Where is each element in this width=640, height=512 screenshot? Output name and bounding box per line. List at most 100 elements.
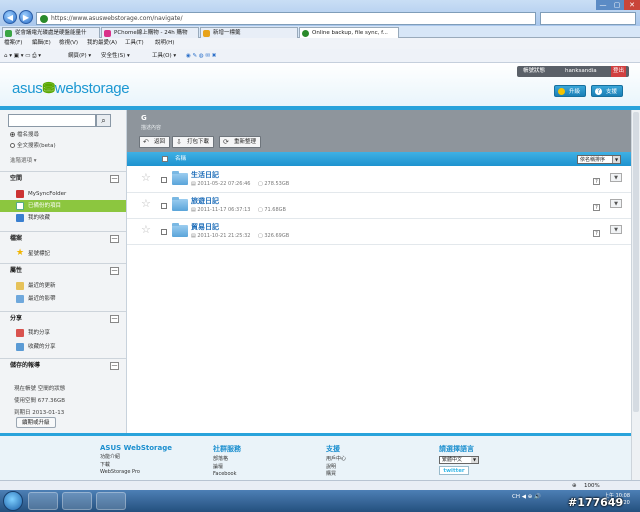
section-space[interactable]: 空間 — bbox=[0, 171, 126, 185]
close-window-icon[interactable]: ✕ bbox=[624, 0, 640, 10]
sort-select[interactable]: 依名稱排序 ▼ bbox=[577, 155, 621, 164]
star-toggle-icon[interactable]: ☆ bbox=[141, 224, 151, 236]
collapse-icon[interactable]: — bbox=[110, 235, 119, 243]
sidebar-item-recent-media[interactable]: 最近的影帶 bbox=[0, 293, 126, 305]
taskbar-media-icon[interactable] bbox=[96, 492, 126, 510]
footer-link[interactable]: 論壇 bbox=[213, 464, 241, 472]
radio-label: 全文搜索(beta) bbox=[17, 143, 56, 149]
back-nav-icon[interactable]: ◀ bbox=[3, 10, 17, 24]
share-status-icon[interactable]: ? bbox=[593, 230, 600, 237]
advanced-options-link[interactable]: 進階選項 ▾ bbox=[10, 156, 37, 164]
tab-favicon-icon bbox=[104, 30, 111, 37]
collapse-icon[interactable]: — bbox=[110, 315, 119, 323]
sidebar-item-collection[interactable]: 我的收藏 bbox=[0, 212, 126, 224]
page-scrollbar[interactable] bbox=[631, 110, 640, 490]
refresh-button[interactable]: ⟳ 重新整理 bbox=[219, 136, 262, 148]
sidebar-item-my-shares[interactable]: 我的分享 bbox=[0, 327, 126, 339]
section-share[interactable]: 分享 — bbox=[0, 311, 126, 325]
footer-link[interactable]: 功能介紹 bbox=[100, 454, 172, 462]
home-icon[interactable]: ⌂ ▾ ▣ ▾ ▭ ⎙ ▾ bbox=[4, 49, 41, 63]
section-storage-report[interactable]: 儲存的報導 — bbox=[0, 358, 126, 372]
search-input[interactable] bbox=[8, 114, 96, 127]
star-toggle-icon[interactable]: ☆ bbox=[141, 172, 151, 184]
section-attributes[interactable]: 屬性 — bbox=[0, 263, 126, 277]
browser-tab-2[interactable]: PChome線上購物 - 24h 購物 bbox=[101, 27, 199, 38]
account-status-link[interactable]: 帳號狀態 bbox=[523, 66, 545, 77]
row-checkbox[interactable] bbox=[161, 229, 167, 235]
footer-link[interactable]: WebStorage Pro bbox=[100, 469, 172, 477]
radio-filename-search[interactable]: 檔名搜尋 bbox=[10, 130, 39, 138]
table-row[interactable]: ☆ 貿易日記 ▤ 2011-10-21 21:25:32 ▢ 326.69GB … bbox=[127, 219, 631, 245]
row-checkbox[interactable] bbox=[161, 177, 167, 183]
forward-nav-icon[interactable]: ▶ bbox=[19, 10, 33, 24]
site-favicon-icon bbox=[40, 15, 48, 23]
menu-tools[interactable]: 工具(T) bbox=[125, 38, 144, 49]
section-title: 儲存的報導 bbox=[10, 362, 41, 369]
toolbar-extra-icons[interactable]: ◉ ✎ ◍ ✉ ✖ bbox=[186, 49, 216, 63]
row-menu-chevron-icon[interactable]: ▼ bbox=[610, 199, 622, 208]
table-row[interactable]: ☆ 生活日記 ▤ 2011-05-22 07:26:46 ▢ 278.53GB … bbox=[127, 167, 631, 193]
back-button[interactable]: ↶ 返回 bbox=[139, 136, 171, 148]
folder-date: ▤ 2011-10-21 21:25:32 bbox=[191, 233, 251, 239]
search-icon[interactable]: ⌕ bbox=[96, 114, 111, 127]
share-status-icon[interactable]: ? bbox=[593, 178, 600, 185]
twitter-button[interactable]: twitter bbox=[439, 466, 469, 475]
menu-view[interactable]: 檢視(V) bbox=[59, 38, 78, 49]
collapse-icon[interactable]: — bbox=[110, 175, 119, 183]
renew-upgrade-button[interactable]: 續期或升級 bbox=[16, 417, 56, 428]
sidebar-item-mysyncfolder[interactable]: MySyncFolder bbox=[0, 188, 126, 200]
row-checkbox[interactable] bbox=[161, 203, 167, 209]
browser-search-input[interactable] bbox=[540, 12, 636, 25]
start-button-icon[interactable] bbox=[3, 491, 23, 511]
sidebar-item-backup[interactable]: 已備份的項目 bbox=[0, 200, 126, 212]
footer-link[interactable]: 購買 bbox=[326, 471, 346, 479]
row-menu-chevron-icon[interactable]: ▼ bbox=[610, 173, 622, 182]
section-files[interactable]: 檔案 — bbox=[0, 231, 126, 245]
help-button[interactable]: ? 支援 bbox=[591, 85, 624, 97]
scrollbar-thumb[interactable] bbox=[633, 112, 639, 412]
zip-download-button[interactable]: ⇩ 打包下載 bbox=[172, 136, 215, 148]
sidebar-item-starred[interactable]: ★ 星號標記 bbox=[0, 248, 126, 260]
sidebar-item-label: 最近的影帶 bbox=[28, 296, 56, 302]
taskbar-explorer-icon[interactable] bbox=[62, 492, 92, 510]
menu-file[interactable]: 檔案(F) bbox=[4, 38, 22, 49]
footer-link[interactable]: 部落格 bbox=[213, 456, 241, 464]
collapse-icon[interactable]: — bbox=[110, 362, 119, 370]
footer-link[interactable]: 用戶中心 bbox=[326, 456, 346, 464]
cmd-page[interactable]: 網頁(P) ▾ bbox=[68, 49, 91, 63]
menu-edit[interactable]: 編輯(E) bbox=[32, 38, 51, 49]
radio-fulltext-search[interactable]: 全文搜索(beta) bbox=[10, 141, 56, 149]
row-menu-chevron-icon[interactable]: ▼ bbox=[610, 225, 622, 234]
footer-link[interactable]: 下載 bbox=[100, 462, 172, 470]
minimize-icon[interactable]: — bbox=[596, 0, 610, 10]
star-toggle-icon[interactable]: ☆ bbox=[141, 198, 151, 210]
address-bar[interactable]: https://www.asuswebstorage.com/navigate/ bbox=[36, 12, 536, 25]
collapse-icon[interactable]: — bbox=[110, 267, 119, 275]
folder-name-link[interactable]: 旅遊日記 bbox=[191, 196, 219, 206]
cmd-tools[interactable]: 工具(O) ▾ bbox=[152, 49, 176, 63]
browser-tab-3[interactable]: 新增一標籤 bbox=[200, 27, 298, 38]
folder-name-link[interactable]: 貿易日記 bbox=[191, 222, 219, 232]
maximize-icon[interactable]: ▢ bbox=[610, 0, 624, 10]
sidebar-item-recent-updates[interactable]: 最近的更新 bbox=[0, 280, 126, 292]
browser-tab-1[interactable]: 從會議電光碟處是硬盤能量什 bbox=[2, 27, 100, 38]
browser-tab-active[interactable]: Online backup, file sync, f... bbox=[299, 27, 399, 38]
share-status-icon[interactable]: ? bbox=[593, 204, 600, 211]
cmd-safety[interactable]: 安全性(S) ▾ bbox=[101, 49, 130, 63]
menu-favorites[interactable]: 我的最愛(A) bbox=[87, 38, 117, 49]
upgrade-button[interactable]: 升級 bbox=[554, 85, 587, 97]
sidebar-item-saved-shares[interactable]: 收藏的分享 bbox=[0, 341, 126, 353]
select-all-checkbox[interactable] bbox=[162, 156, 168, 162]
footer-link[interactable]: 說明 bbox=[326, 464, 346, 472]
column-name[interactable]: 名稱 bbox=[175, 152, 186, 166]
logout-button[interactable]: 登出 bbox=[611, 66, 627, 77]
taskbar-ie-icon[interactable] bbox=[28, 492, 58, 510]
language-select[interactable]: 繁體中文 ▼ bbox=[439, 456, 479, 464]
table-row[interactable]: ☆ 旅遊日記 ▤ 2011-11-17 06:37:13 ▢ 71.68GB ?… bbox=[127, 193, 631, 219]
system-tray[interactable]: CH ◀ ⊕ 🔊 bbox=[512, 494, 541, 500]
footer-link[interactable]: Facebook bbox=[213, 471, 241, 479]
folder-name-link[interactable]: 生活日記 bbox=[191, 170, 219, 180]
menu-help[interactable]: 說明(H) bbox=[155, 38, 174, 49]
folder-date: ▤ 2011-05-22 07:26:46 bbox=[191, 181, 251, 187]
asus-webstorage-logo[interactable]: asus⛃webstorage bbox=[12, 79, 130, 97]
